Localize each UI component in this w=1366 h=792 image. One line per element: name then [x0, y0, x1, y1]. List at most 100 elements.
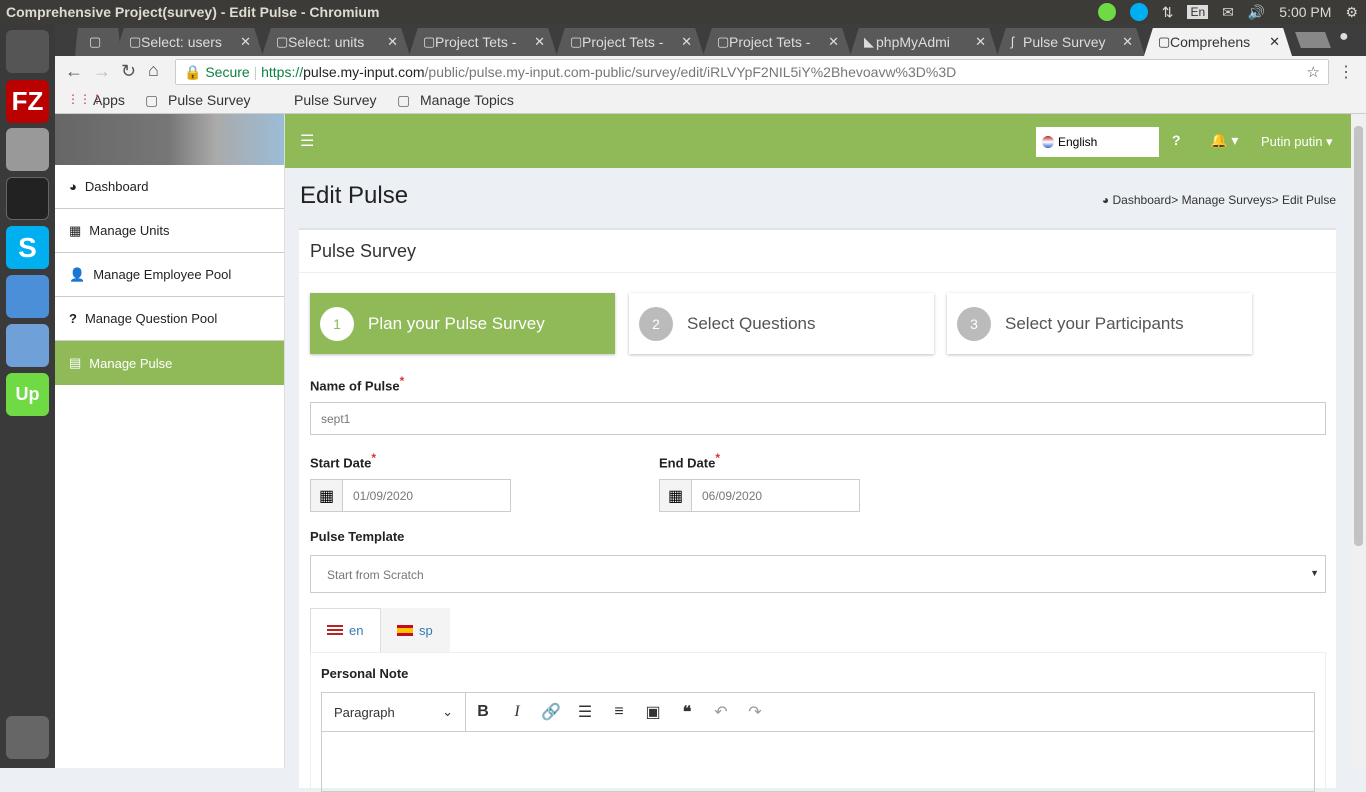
chromium-icon[interactable] — [6, 275, 49, 318]
tab-lang-label: en — [349, 623, 364, 638]
bookmark-star-icon[interactable]: ☆ — [1307, 63, 1320, 81]
volume-icon[interactable]: 🔊 — [1248, 4, 1265, 21]
url-field[interactable]: 🔒 Secure | https://pulse.my-input.com/pu… — [175, 59, 1329, 85]
keyboard-layout[interactable]: En — [1187, 5, 1209, 19]
tab-2[interactable]: ▢ Select: units ✕ — [262, 28, 410, 56]
italic-icon[interactable]: I — [500, 703, 534, 721]
editor-body[interactable] — [321, 732, 1315, 792]
close-tab-icon[interactable]: ✕ — [534, 34, 545, 50]
menu-kebab-icon[interactable]: ⋮ — [1338, 62, 1354, 82]
help-icon[interactable]: ? — [1172, 132, 1181, 148]
end-date-input[interactable]: 06/09/2020 — [691, 479, 860, 512]
link-icon[interactable]: 🔗 — [534, 702, 568, 722]
tab-lang-sp[interactable]: sp — [381, 608, 450, 652]
image-icon[interactable]: ▣ — [636, 702, 670, 722]
bookmark-pulse-survey-2[interactable]: Pulse Survey — [294, 92, 376, 108]
dashboard-icon: ◕ — [1101, 193, 1110, 207]
close-tab-icon[interactable]: ✕ — [240, 34, 251, 50]
tab-8-active[interactable]: ▢ Comprehens ✕ — [1144, 28, 1292, 56]
tab-7[interactable]: ʃ Pulse Survey ✕ — [997, 28, 1145, 56]
editor-toolbar: Paragraph ⌄ B I 🔗 ☰ ≡ ▣ ❝ ↶ ↷ — [321, 692, 1315, 732]
calendar-icon[interactable]: ▦ — [659, 479, 692, 512]
bookmark-manage-topics[interactable]: Manage Topics — [420, 92, 514, 108]
breadcrumb-manage-surveys[interactable]: Manage Surveys> — [1182, 193, 1279, 207]
chevron-down-icon: ⌄ — [442, 704, 453, 719]
files-icon[interactable] — [6, 128, 49, 171]
close-tab-icon[interactable]: ✕ — [975, 34, 986, 50]
language-select[interactable]: English — [1036, 127, 1159, 157]
numbered-list-icon[interactable]: ≡ — [602, 703, 636, 721]
close-tab-icon[interactable]: ✕ — [828, 34, 839, 50]
close-tab-icon[interactable]: ✕ — [1269, 34, 1280, 50]
home-icon[interactable]: ⌂ — [148, 60, 159, 81]
tab-1[interactable]: ▢ Select: users ✕ — [115, 28, 263, 56]
undo-icon[interactable]: ↶ — [704, 702, 738, 722]
upwork-tray-icon[interactable] — [1097, 3, 1116, 21]
pulse-name-input[interactable]: sept1 — [310, 402, 1326, 435]
paragraph-select[interactable]: Paragraph ⌄ — [322, 693, 466, 731]
user-menu[interactable]: Putin putin ▾ — [1261, 134, 1333, 150]
bulleted-list-icon[interactable]: ☰ — [568, 702, 602, 722]
name-label: Name of Pulse* — [310, 374, 404, 393]
required-asterisk: * — [399, 374, 405, 388]
skype-icon[interactable]: S — [6, 226, 49, 269]
scrollbar-thumb[interactable] — [1354, 126, 1363, 546]
tab-lang-label: sp — [419, 622, 433, 638]
mail-icon[interactable]: ✉ — [1222, 4, 1234, 21]
start-date-input[interactable]: 01/09/2020 — [342, 479, 511, 512]
new-tab-button[interactable] — [1295, 32, 1331, 48]
forward-icon[interactable]: → — [93, 61, 111, 82]
virtualbox-icon[interactable] — [6, 324, 49, 367]
breadcrumb-dashboard[interactable]: Dashboard> — [1113, 193, 1179, 207]
calendar-icon[interactable]: ▦ — [310, 479, 343, 512]
page-scrollbar[interactable] — [1351, 114, 1366, 768]
tab-3[interactable]: ▢ Project Tets - ✕ — [409, 28, 557, 56]
back-icon[interactable]: ← — [65, 61, 83, 82]
hamburger-menu-icon[interactable]: ☰ — [300, 131, 314, 151]
tab-5[interactable]: ▢ Project Tets - ✕ — [703, 28, 851, 56]
clock[interactable]: 5:00 PM — [1279, 4, 1331, 20]
bold-icon[interactable]: B — [466, 703, 500, 721]
close-tab-icon[interactable]: ✕ — [681, 34, 692, 50]
bookmark-pulse-survey-1[interactable]: Pulse Survey — [168, 92, 250, 108]
tab-4[interactable]: ▢ Project Tets - ✕ — [556, 28, 704, 56]
step-participants[interactable]: 3 Select your Participants — [947, 293, 1252, 354]
tab-0[interactable]: ▢ — [75, 28, 121, 56]
terminal-icon[interactable] — [6, 177, 49, 220]
close-tab-icon[interactable]: ✕ — [387, 34, 398, 50]
settings-gear-icon[interactable]: ⚙ — [1345, 4, 1358, 21]
tab-label: Project Tets - — [729, 34, 811, 50]
lock-icon: 🔒 — [184, 64, 202, 80]
skype-tray-icon[interactable] — [1129, 3, 1148, 21]
blockquote-icon[interactable]: ❝ — [670, 702, 704, 722]
redo-icon[interactable]: ↷ — [738, 702, 772, 722]
trash-icon[interactable] — [6, 716, 49, 759]
step-questions[interactable]: 2 Select Questions — [629, 293, 934, 354]
tab-lang-en[interactable]: en — [310, 608, 381, 652]
filezilla-icon[interactable]: FZ — [6, 80, 49, 123]
tab-6[interactable]: ◣ phpMyAdmi ✕ — [850, 28, 998, 56]
ubuntu-home-icon[interactable] — [6, 30, 49, 73]
end-date-label-text: End Date — [659, 455, 716, 471]
os-top-bar: Comprehensive Project(survey) - Edit Pul… — [0, 0, 1366, 24]
sidebar-item-manage-employee-pool[interactable]: 👤 Manage Employee Pool — [55, 253, 284, 297]
step-number: 1 — [320, 306, 354, 341]
network-icon[interactable]: ⇅ — [1162, 4, 1174, 21]
bookmark-apps[interactable]: Apps — [93, 92, 125, 108]
page-icon: ▢ — [89, 34, 102, 49]
profile-icon[interactable]: ● — [1339, 28, 1349, 46]
sidebar-item-label: Manage Pulse — [89, 355, 173, 371]
sidebar-item-manage-units[interactable]: ▦ Manage Units — [55, 209, 284, 253]
sidebar-item-manage-pulse[interactable]: ▤ Manage Pulse — [55, 341, 284, 385]
reload-icon[interactable]: ↻ — [121, 61, 136, 82]
notification-bell-icon[interactable]: 🔔 ▾ — [1210, 132, 1238, 149]
upwork-icon[interactable]: Up — [6, 373, 49, 416]
close-tab-icon[interactable]: ✕ — [1122, 34, 1133, 50]
step-plan[interactable]: 1 Plan your Pulse Survey — [310, 293, 615, 354]
app-header: ☰ English ? 🔔 ▾ Putin putin ▾ — [285, 114, 1351, 168]
sidebar-item-dashboard[interactable]: ◕ Dashboard — [55, 165, 284, 209]
pulse-template-select[interactable]: Start from Scratch ▼ — [310, 555, 1326, 593]
pulse-survey-card: Pulse Survey 1 Plan your Pulse Survey 2 Se… — [299, 228, 1336, 792]
address-bar-row: ← → ↻ ⌂ 🔒 Secure | https://pulse.my-inpu… — [55, 56, 1366, 88]
sidebar-item-manage-question-pool[interactable]: ? Manage Question Pool — [55, 297, 284, 341]
